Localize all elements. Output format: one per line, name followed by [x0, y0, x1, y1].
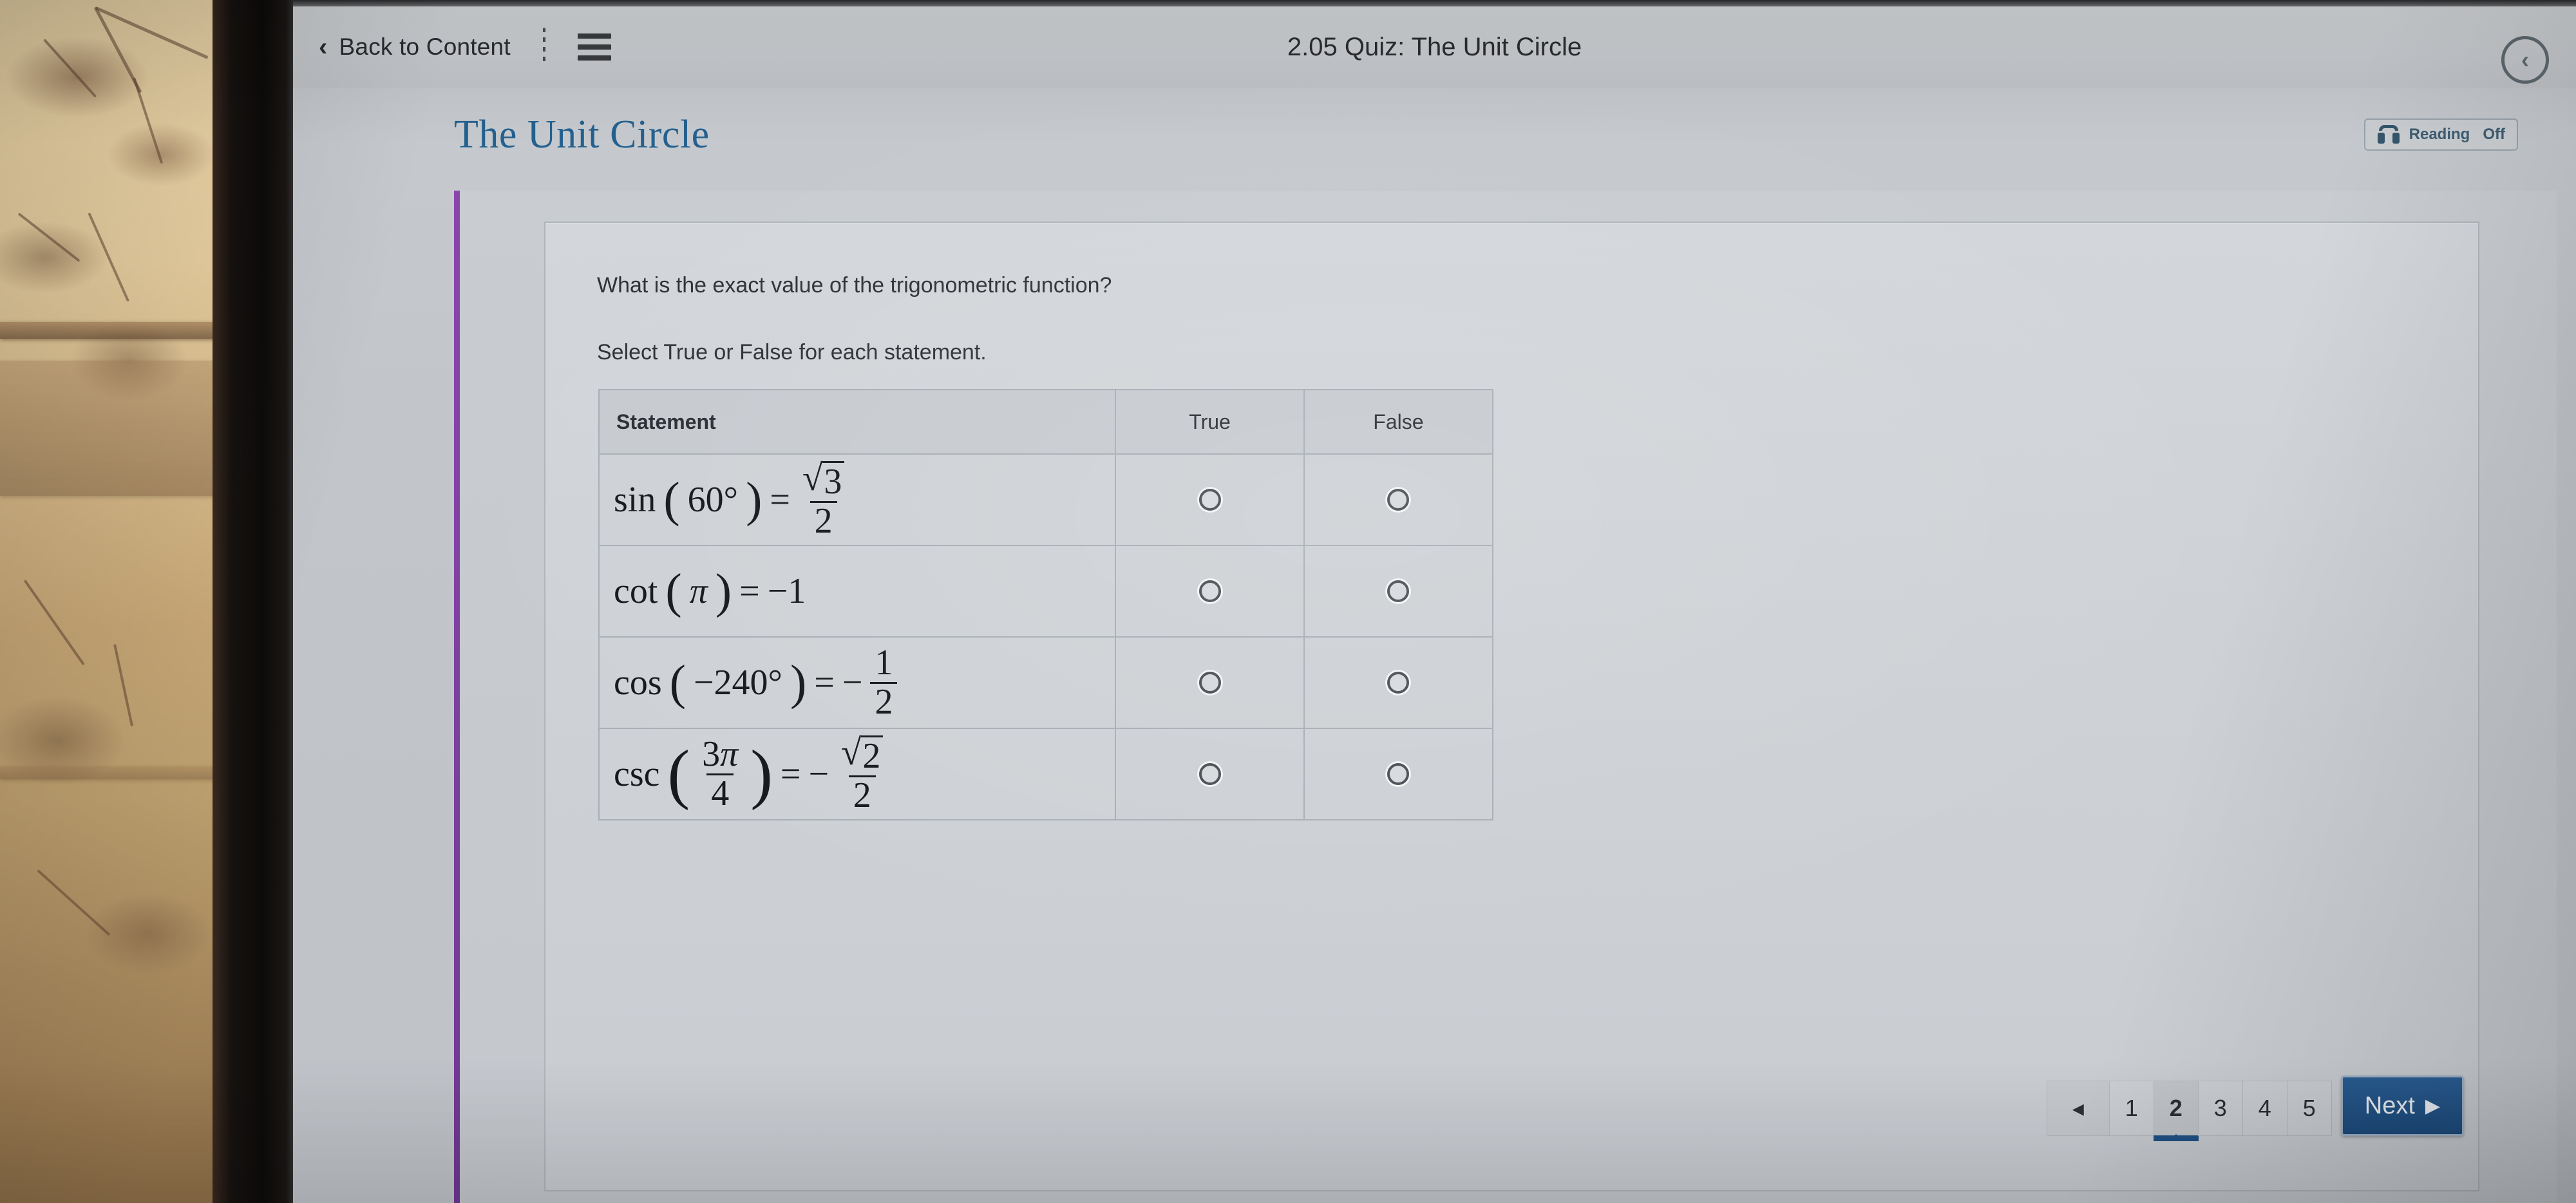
- pagination-page-3[interactable]: 3: [2197, 1081, 2242, 1136]
- pagination-prev-button[interactable]: ◂: [2046, 1081, 2109, 1136]
- pagination-page-2[interactable]: 2: [2153, 1081, 2199, 1141]
- radio-true[interactable]: [1198, 580, 1221, 602]
- radio-false[interactable]: [1387, 763, 1410, 785]
- top-navigation-bar: ‹ Back to Content 2.05 Quiz: The Unit Ci…: [293, 6, 2576, 88]
- true-false-table: Statement True False sin (60°) = √ 3 2…: [598, 389, 1494, 820]
- question-card: What is the exact value of the trigonome…: [544, 222, 2479, 1191]
- collapse-panel-icon[interactable]: ‹: [2501, 36, 2549, 84]
- radio-cell-false[interactable]: [1303, 728, 1494, 820]
- lesson-page-inner: The Unit Circle Reading Off What is the …: [454, 88, 2557, 1203]
- headphones-icon: [2377, 125, 2400, 144]
- column-header-false: False: [1303, 389, 1494, 455]
- question-prompt: What is the exact value of the trigonome…: [597, 273, 1112, 298]
- section-accent-bar: [454, 191, 460, 1203]
- radio-false[interactable]: [1387, 580, 1410, 602]
- next-button[interactable]: Next ▶: [2340, 1075, 2464, 1136]
- pagination-page-4[interactable]: 4: [2242, 1081, 2287, 1136]
- radio-true[interactable]: [1198, 672, 1221, 694]
- math-expression: sin (60°) = √ 3 2: [614, 460, 1108, 539]
- lesson-page: The Unit Circle Reading Off What is the …: [293, 88, 2576, 1203]
- radio-true[interactable]: [1198, 763, 1221, 785]
- math-expression: cot (π) = −1: [614, 564, 806, 618]
- statement-cell: cot (π) = −1: [598, 545, 1117, 638]
- radio-false[interactable]: [1387, 672, 1410, 694]
- lesson-heading: The Unit Circle: [454, 113, 710, 156]
- question-content-area: What is the exact value of the trigonome…: [454, 191, 2557, 1203]
- reading-toggle-button[interactable]: Reading Off: [2363, 118, 2518, 151]
- table-row: cot (π) = −1: [598, 545, 1494, 638]
- reading-toggle-label: Reading: [2409, 126, 2470, 143]
- radio-false[interactable]: [1387, 489, 1410, 511]
- back-to-content-button[interactable]: ‹ Back to Content: [319, 33, 511, 61]
- pagination-controls: ◂ 1 2 3 4 5 Next ▶: [2046, 1075, 2464, 1141]
- radio-cell-false[interactable]: [1303, 545, 1494, 638]
- math-expression: csc ( 3π 4 ) = − √ 2 2: [614, 734, 1108, 813]
- radio-cell-true[interactable]: [1115, 636, 1305, 729]
- table-row: csc ( 3π 4 ) = − √ 2 2: [598, 728, 1494, 820]
- next-button-label: Next: [2364, 1092, 2415, 1119]
- statement-cell: sin (60°) = √ 3 2: [598, 453, 1117, 546]
- statement-cell: csc ( 3π 4 ) = − √ 2 2: [598, 728, 1117, 820]
- next-arrow-icon: ▶: [2425, 1095, 2440, 1117]
- radio-cell-false[interactable]: [1303, 636, 1494, 729]
- column-header-statement: Statement: [598, 389, 1117, 455]
- toolbar-divider: [542, 28, 545, 66]
- radio-cell-true[interactable]: [1115, 545, 1305, 638]
- radio-cell-true[interactable]: [1115, 453, 1305, 546]
- app-viewport: ‹ Back to Content 2.05 Quiz: The Unit Ci…: [293, 0, 2576, 1203]
- table-header-row: Statement True False: [598, 389, 1494, 455]
- table-row: cos (−240°) = − 12: [598, 636, 1494, 729]
- pagination-page-5[interactable]: 5: [2286, 1081, 2332, 1136]
- question-instruction: Select True or False for each statement.: [597, 340, 987, 365]
- back-to-content-label: Back to Content: [339, 33, 511, 60]
- math-expression: cos (−240°) = − 12: [614, 645, 1108, 720]
- pagination-page-1[interactable]: 1: [2108, 1081, 2154, 1136]
- room-wall-background: [0, 0, 232, 1203]
- statement-cell: cos (−240°) = − 12: [598, 636, 1117, 729]
- page-title: 2.05 Quiz: The Unit Circle: [1287, 32, 1582, 61]
- hamburger-menu-icon[interactable]: [577, 33, 611, 61]
- radio-cell-false[interactable]: [1303, 453, 1494, 546]
- browser-chrome-strip: [293, 0, 2576, 6]
- radio-cell-true[interactable]: [1115, 728, 1305, 820]
- back-chevron-icon: ‹: [319, 33, 328, 61]
- radio-true[interactable]: [1198, 489, 1221, 511]
- table-row: sin (60°) = √ 3 2: [598, 453, 1494, 546]
- column-header-true: True: [1115, 389, 1305, 455]
- reading-toggle-state: Off: [2483, 126, 2505, 143]
- monitor-bezel: [213, 0, 296, 1203]
